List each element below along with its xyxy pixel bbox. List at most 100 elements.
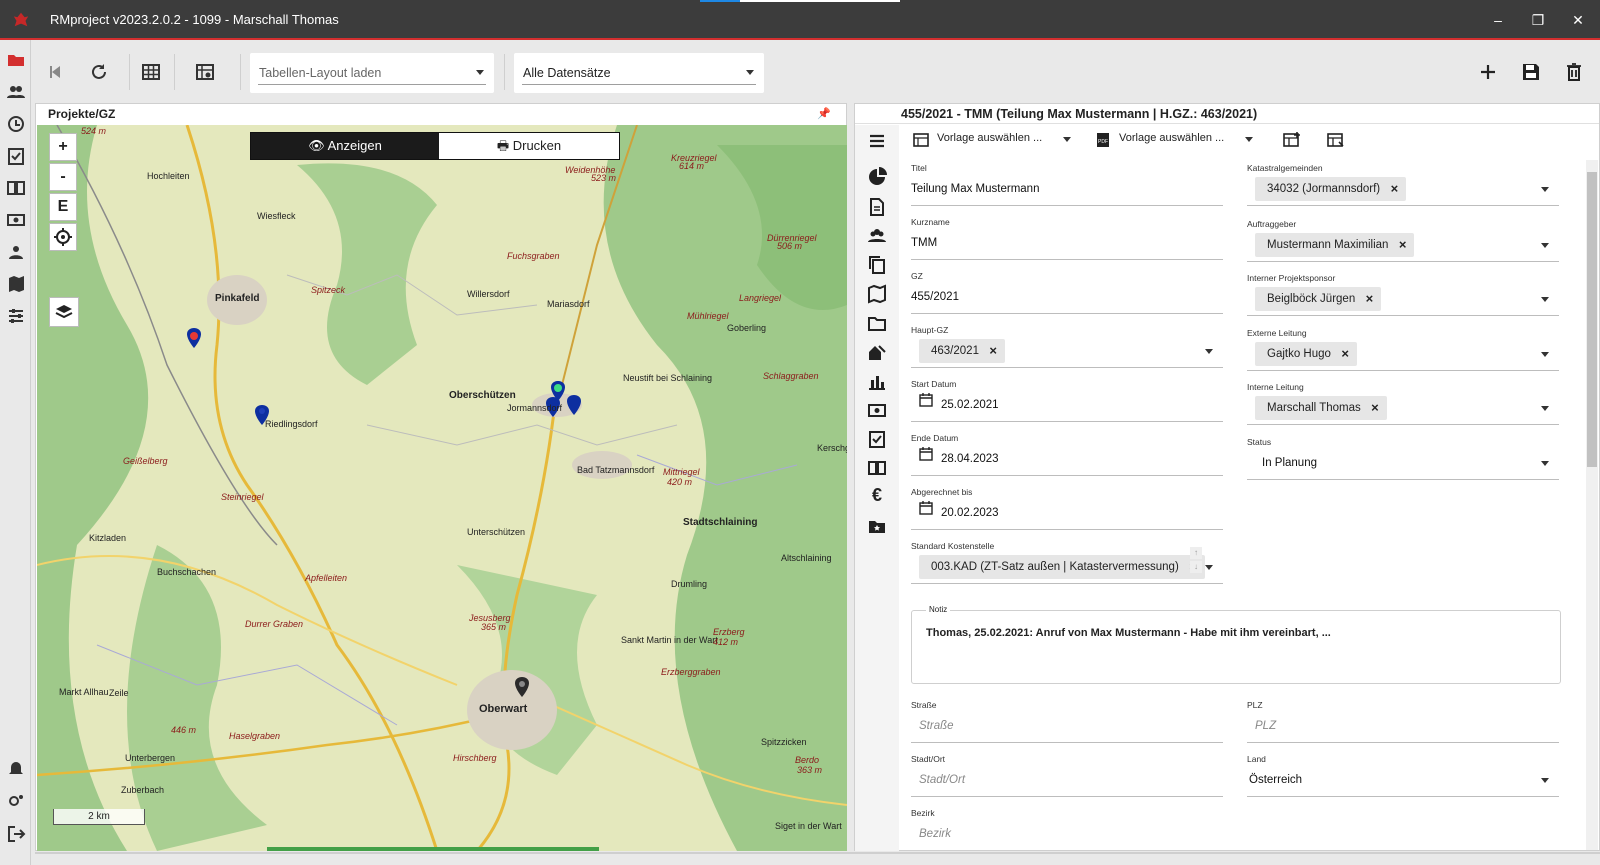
- status-field[interactable]: Status In Planung: [1247, 437, 1559, 489]
- template-select-2[interactable]: Vorlage auswählen ...: [1119, 132, 1224, 144]
- menu-icon[interactable]: [867, 131, 887, 151]
- pin-icon[interactable]: 📌: [817, 107, 831, 120]
- map-view[interactable]: Hochleiten Pinkafeld Spitzeck Oberschütz…: [37, 125, 847, 851]
- arrow-down-icon[interactable]: ↓: [1190, 561, 1202, 573]
- haupt-gz-field[interactable]: Haupt-GZ 463/2021 ×: [911, 325, 1223, 377]
- chevron-down-icon[interactable]: [1541, 187, 1549, 192]
- map-place: Mariasdorf: [547, 299, 590, 309]
- contacts-icon[interactable]: [6, 242, 26, 262]
- start-datum-field[interactable]: Start Datum 25.02.2021: [911, 379, 1223, 431]
- strasse-field[interactable]: Straße Straße: [911, 700, 1223, 752]
- gz-field[interactable]: GZ 455/2021: [911, 271, 1223, 323]
- remove-chip-icon[interactable]: ×: [1366, 287, 1374, 311]
- interne-leitung-field[interactable]: Interne Leitung Marschall Thomas ×: [1247, 382, 1559, 434]
- titel-field[interactable]: Titel Teilung Max Mustermann: [911, 163, 1223, 215]
- book-tab-icon[interactable]: [867, 458, 887, 478]
- stadt-field[interactable]: Stadt/Ort Stadt/Ort: [911, 754, 1223, 806]
- minimize-icon[interactable]: –: [1488, 10, 1508, 30]
- history-icon[interactable]: [6, 114, 26, 134]
- team-icon[interactable]: [867, 226, 887, 246]
- folder-icon[interactable]: [6, 50, 26, 70]
- remove-chip-icon[interactable]: ×: [1341, 342, 1349, 366]
- refresh-icon[interactable]: [88, 61, 110, 83]
- externe-leitung-field[interactable]: Externe Leitung Gajtko Hugo ×: [1247, 328, 1559, 380]
- zoom-in-button[interactable]: +: [49, 133, 77, 161]
- chevron-down-icon[interactable]: [1541, 352, 1549, 357]
- projektsponsor-field[interactable]: Interner Projektsponsor Beiglböck Jürgen…: [1247, 273, 1559, 325]
- save-icon[interactable]: [1520, 61, 1542, 83]
- map-tab-icon[interactable]: [867, 284, 887, 304]
- remove-chip-icon[interactable]: ×: [1399, 233, 1407, 257]
- table-layout-dropdown[interactable]: Tabellen-Layout laden: [250, 53, 494, 93]
- land-field[interactable]: Land Österreich: [1247, 754, 1559, 806]
- records-filter-dropdown[interactable]: Alle Datensätze: [514, 53, 764, 93]
- bell-icon[interactable]: [6, 758, 26, 778]
- delete-icon[interactable]: [1563, 61, 1585, 83]
- map-icon[interactable]: [6, 274, 26, 294]
- restore-icon[interactable]: ❐: [1528, 10, 1548, 30]
- table-layout-label: Tabellen-Layout laden: [259, 66, 382, 80]
- locate-button[interactable]: [49, 223, 77, 251]
- remove-chip-icon[interactable]: ×: [989, 339, 997, 363]
- scrollbar-thumb[interactable]: [1587, 172, 1597, 467]
- bezirk-field[interactable]: Bezirk Bezirk: [911, 808, 1223, 851]
- layers-button[interactable]: [49, 297, 79, 327]
- ende-datum-field[interactable]: Ende Datum 28.04.2023: [911, 433, 1223, 485]
- projects-panel: Projekte/GZ 📌 Hochleiten Pinkafeld Spitz…: [35, 103, 847, 851]
- euro-icon[interactable]: €: [867, 485, 887, 505]
- katastralgemeinden-field[interactable]: Katastralgemeinden 34032 (Jormannsdorf) ×: [1247, 163, 1559, 215]
- checklist-icon[interactable]: [867, 429, 887, 449]
- settings-icon[interactable]: [6, 791, 26, 811]
- calendar-icon[interactable]: [919, 393, 933, 407]
- sliders-icon[interactable]: [6, 306, 26, 326]
- form-scrollbar[interactable]: [1586, 160, 1598, 850]
- extent-button[interactable]: E: [49, 193, 77, 221]
- table-icon[interactable]: [140, 61, 162, 83]
- chevron-down-icon[interactable]: [1063, 137, 1071, 142]
- pie-chart-icon[interactable]: [867, 167, 887, 187]
- money-icon[interactable]: [6, 210, 26, 230]
- map-place: Riedlingsdorf: [265, 419, 318, 429]
- auftraggeber-field[interactable]: Auftraggeber Mustermann Maximilian ×: [1247, 219, 1559, 271]
- folder-tab-icon[interactable]: [867, 313, 887, 333]
- bar-chart-icon[interactable]: [867, 371, 887, 391]
- chevron-down-icon[interactable]: [1541, 778, 1549, 783]
- chevron-down-icon[interactable]: [1541, 461, 1549, 466]
- close-icon[interactable]: ✕: [1568, 10, 1588, 30]
- add-icon[interactable]: [1477, 61, 1499, 83]
- notiz-field[interactable]: Notiz Thomas, 25.02.2021: Anruf von Max …: [911, 605, 1561, 684]
- collapse-left-icon[interactable]: [45, 61, 67, 83]
- zoom-out-button[interactable]: -: [49, 163, 77, 191]
- kurzname-field[interactable]: Kurzname TMM: [911, 217, 1223, 269]
- template-select-1[interactable]: Vorlage auswählen ...: [937, 132, 1042, 144]
- logout-icon[interactable]: [6, 824, 26, 844]
- tasks-icon[interactable]: [6, 146, 26, 166]
- copy-icon[interactable]: [867, 255, 887, 275]
- chevron-down-icon[interactable]: [1205, 349, 1213, 354]
- book-icon[interactable]: [6, 178, 26, 198]
- users-icon[interactable]: [6, 82, 26, 102]
- property-icon[interactable]: [867, 342, 887, 362]
- table-settings-icon[interactable]: [194, 61, 216, 83]
- order-stepper[interactable]: ↑ ↓: [1190, 547, 1202, 575]
- chevron-down-icon[interactable]: [1245, 137, 1253, 142]
- calendar-icon[interactable]: [919, 447, 933, 461]
- chevron-down-icon[interactable]: [1541, 243, 1549, 248]
- remove-chip-icon[interactable]: ×: [1391, 177, 1399, 201]
- chevron-down-icon[interactable]: [1541, 406, 1549, 411]
- table-add-icon[interactable]: [1283, 131, 1301, 149]
- table-edit-icon[interactable]: [1327, 131, 1345, 149]
- arrow-up-icon[interactable]: ↑: [1190, 547, 1202, 559]
- billing-icon[interactable]: [867, 400, 887, 420]
- show-button[interactable]: 👁 Anzeigen: [251, 133, 439, 159]
- abgerechnet-field[interactable]: Abgerechnet bis 20.02.2023: [911, 487, 1223, 539]
- print-button[interactable]: 🖶 Drucken: [439, 133, 619, 159]
- chevron-down-icon[interactable]: [1205, 565, 1213, 570]
- folder-star-icon[interactable]: [867, 516, 887, 536]
- kostenstelle-field[interactable]: Standard Kostenstelle 003.KAD (ZT-Satz a…: [911, 541, 1223, 593]
- plz-field[interactable]: PLZ PLZ: [1247, 700, 1559, 752]
- chevron-down-icon[interactable]: [1541, 297, 1549, 302]
- remove-chip-icon[interactable]: ×: [1371, 396, 1379, 420]
- document-icon[interactable]: [867, 197, 887, 217]
- calendar-icon[interactable]: [919, 501, 933, 515]
